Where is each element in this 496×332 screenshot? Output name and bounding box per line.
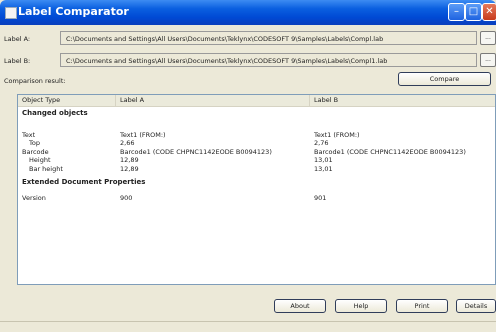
window-title: Label Comparator xyxy=(18,5,129,18)
section-title-changed-objects: Changed objects xyxy=(22,109,88,117)
label-comparator-window: Label Comparator – □ ✕ Label A: C:\Docum… xyxy=(0,0,496,332)
column-header-object-type[interactable]: Object Type xyxy=(18,95,116,106)
row-label-a-value: 12,89 xyxy=(120,156,139,164)
close-icon: ✕ xyxy=(485,6,494,17)
status-bar xyxy=(0,321,496,332)
row-object-type: Barcode xyxy=(22,148,49,156)
row-label-a-value: Barcode1 (CODE CHPNC1142EODE B0094123) xyxy=(120,148,272,156)
about-button[interactable]: About xyxy=(274,299,326,313)
print-button[interactable]: Print xyxy=(396,299,448,313)
column-header-label-b[interactable]: Label B xyxy=(310,95,495,106)
minimize-icon: – xyxy=(454,6,459,17)
row-object-type: Top xyxy=(29,139,40,147)
label-a-caption: Label A: xyxy=(4,35,31,43)
section-title-extended-document-properties: Extended Document Properties xyxy=(22,178,146,186)
row-label-b-value: 2,76 xyxy=(314,139,329,147)
comparison-result-caption: Comparison result: xyxy=(4,77,66,85)
row-label-b-value: 901 xyxy=(314,194,327,202)
title-bar: Label Comparator – □ ✕ xyxy=(0,0,496,25)
compare-button[interactable]: Compare xyxy=(398,72,491,86)
maximize-icon: □ xyxy=(468,6,479,17)
help-button[interactable]: Help xyxy=(335,299,387,313)
row-label-b-value: Barcode1 (CODE CHPNC1142EODE B0094123) xyxy=(314,148,466,156)
row-object-type: Version xyxy=(22,194,46,202)
row-label-a-value: 12,89 xyxy=(120,165,139,173)
row-label-b-value: 13,01 xyxy=(314,165,333,173)
row-label-b-value: 13,01 xyxy=(314,156,333,164)
list-header: Object Type Label A Label B xyxy=(18,95,495,107)
label-a-browse-button[interactable]: ... xyxy=(480,31,496,45)
row-object-type: Text xyxy=(22,131,36,139)
row-label-a-value: Text1 (FROM:) xyxy=(120,131,166,139)
maximize-button[interactable]: □ xyxy=(465,3,482,21)
label-b-browse-button[interactable]: ... xyxy=(480,53,496,67)
column-header-label-a[interactable]: Label A xyxy=(116,95,310,106)
app-icon xyxy=(5,7,17,19)
row-object-type: Bar height xyxy=(29,165,63,173)
comparison-result-list[interactable]: Object Type Label A Label B Changed obje… xyxy=(17,94,496,285)
row-label-a-value: 900 xyxy=(120,194,133,202)
details-button[interactable]: Details xyxy=(456,299,496,313)
row-label-b-value: Text1 (FROM:) xyxy=(314,131,360,139)
label-b-path-field[interactable]: C:\Documents and Settings\All Users\Docu… xyxy=(60,53,477,67)
row-label-a-value: 2,66 xyxy=(120,139,135,147)
label-a-path-field[interactable]: C:\Documents and Settings\All Users\Docu… xyxy=(60,31,477,45)
label-b-caption: Label B: xyxy=(4,57,31,65)
close-button[interactable]: ✕ xyxy=(482,3,496,21)
minimize-button[interactable]: – xyxy=(448,3,465,21)
row-object-type: Height xyxy=(29,156,51,164)
